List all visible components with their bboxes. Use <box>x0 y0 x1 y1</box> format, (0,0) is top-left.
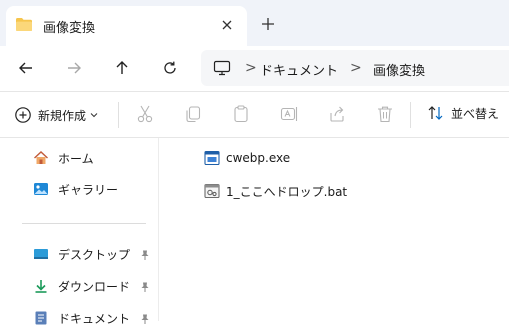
arrow-up-icon <box>116 61 128 74</box>
breadcrumb-separator[interactable]: > <box>350 60 362 76</box>
divider <box>22 223 146 224</box>
delete-icon[interactable] <box>375 104 395 124</box>
sidebar-item-home[interactable]: ホーム <box>33 148 94 168</box>
pin-icon[interactable] <box>139 313 151 325</box>
back-button[interactable] <box>14 56 38 80</box>
desktop-icon <box>34 249 48 259</box>
divider <box>410 102 411 128</box>
address-bar[interactable]: > ドキュメント > 画像変換 <box>201 50 509 86</box>
tab-current-folder[interactable]: 画像変換 <box>6 6 247 46</box>
new-button[interactable]: 新規作成 <box>14 104 98 126</box>
bat-file-icon <box>204 183 220 199</box>
plus-icon[interactable] <box>258 14 278 34</box>
list-item[interactable]: 1_ここへドロップ.bat <box>204 181 347 201</box>
exe-file-icon <box>204 150 220 166</box>
tab-title: 画像変換 <box>43 21 96 36</box>
pin-icon[interactable] <box>139 249 151 261</box>
sidebar-item-downloads[interactable]: ダウンロード <box>33 276 130 296</box>
chevron-down-icon <box>90 113 98 118</box>
pin-icon[interactable] <box>139 281 151 293</box>
new-button-label: 新規作成 <box>38 108 87 123</box>
paste-icon[interactable] <box>231 104 251 124</box>
document-icon <box>35 311 47 325</box>
up-button[interactable] <box>110 56 134 80</box>
breadcrumb-separator[interactable]: > <box>245 60 257 76</box>
sidebar-item-label: ギャラリー <box>58 182 119 197</box>
close-icon[interactable] <box>218 16 236 34</box>
divider <box>118 102 119 128</box>
refresh-icon <box>164 61 176 74</box>
tab-strip: 画像変換 <box>0 0 509 46</box>
forward-button[interactable] <box>62 56 86 80</box>
rename-icon[interactable] <box>279 104 299 124</box>
home-icon <box>34 151 48 164</box>
sidebar-item-gallery[interactable]: ギャラリー <box>33 179 118 199</box>
file-name: 1_ここへドロップ.bat <box>226 184 348 199</box>
sort-button-label: 並べ替え <box>451 106 500 121</box>
navigation-bar: > ドキュメント > 画像変換 <box>0 46 509 90</box>
file-name: cwebp.exe <box>226 151 291 165</box>
sidebar-item-documents[interactable]: ドキュメント <box>33 308 130 328</box>
list-item[interactable]: cwebp.exe <box>204 148 290 168</box>
navigation-pane: ホーム ギャラリー デスクトップ ダウンロード ドキュメント <box>0 138 158 326</box>
copy-icon[interactable] <box>183 104 203 124</box>
sidebar-item-label: ホーム <box>58 151 94 166</box>
sidebar-item-desktop[interactable]: デスクトップ <box>33 244 130 264</box>
refresh-button[interactable] <box>158 56 182 80</box>
sidebar-item-label: デスクトップ <box>58 247 131 262</box>
sidebar-item-label: ドキュメント <box>58 311 131 326</box>
sort-button[interactable]: 並べ替え <box>427 104 499 122</box>
arrow-left-icon <box>19 62 32 74</box>
breadcrumb-documents[interactable]: ドキュメント <box>260 60 338 79</box>
command-toolbar: 新規作成 並べ替え <box>0 92 509 137</box>
breadcrumb-current-folder[interactable]: 画像変換 <box>373 60 425 79</box>
folder-icon <box>16 18 32 31</box>
gallery-icon <box>34 183 48 195</box>
file-list: cwebp.exe 1_ここへドロップ.bat <box>159 138 509 321</box>
sidebar-item-label: ダウンロード <box>58 279 131 294</box>
download-icon <box>35 280 47 293</box>
arrow-right-icon <box>68 62 81 74</box>
share-icon[interactable] <box>327 104 347 124</box>
sort-icon <box>428 106 443 120</box>
cut-icon[interactable] <box>135 104 155 124</box>
plus-circle-icon <box>15 107 31 123</box>
computer-icon[interactable] <box>213 60 231 76</box>
